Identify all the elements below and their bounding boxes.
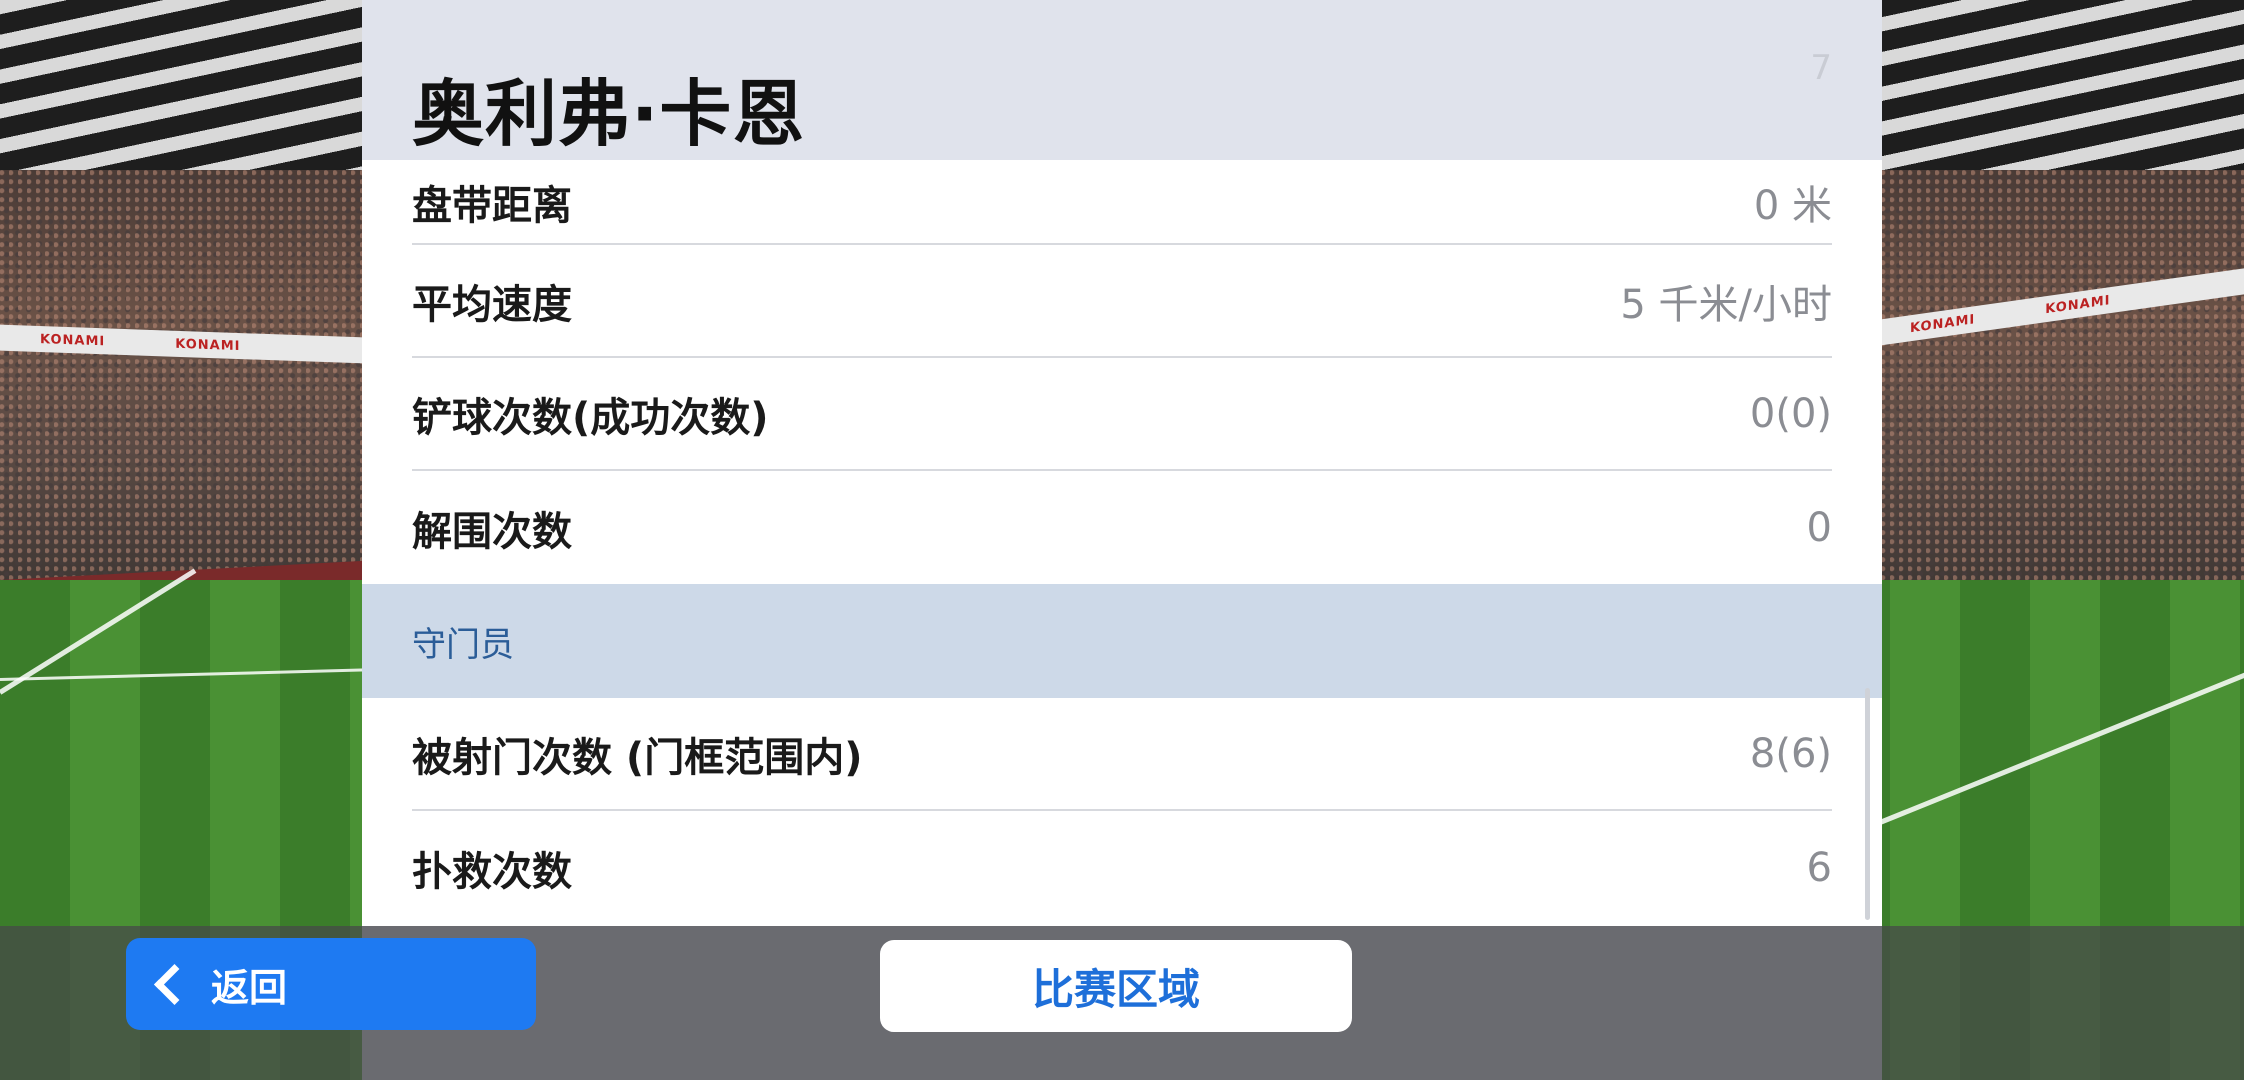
player-stats-panel: 7 奥利弗·卡恩 盘带距离 0 米 平均速度 5 千米/小时 铲球次数(成功次数… <box>362 0 1882 1080</box>
stat-label: 扑救次数 <box>412 848 572 895</box>
section-header-goalkeeper: 守门员 <box>362 584 1882 698</box>
stat-value: 0 <box>1806 504 1832 551</box>
stat-label: 盘带距离 <box>412 182 572 229</box>
scrolled-row-value: 7 <box>1810 48 1832 88</box>
ad-text: KONAMI <box>2045 292 2111 317</box>
stat-row-average-speed: 平均速度 5 千米/小时 <box>412 245 1832 358</box>
section-title: 守门员 <box>412 624 514 665</box>
back-button[interactable]: 返回 <box>126 938 536 1030</box>
stat-row-saves: 扑救次数 6 <box>412 811 1832 924</box>
ad-text: KONAMI <box>175 336 241 354</box>
stat-label: 解围次数 <box>412 508 572 555</box>
back-button-label: 返回 <box>211 965 288 1010</box>
stat-row-dribble-distance: 盘带距离 0 米 <box>412 160 1832 245</box>
stat-label: 铲球次数(成功次数) <box>412 394 769 441</box>
player-name: 奥利弗·卡恩 <box>412 72 806 156</box>
chevron-left-icon <box>153 963 196 1005</box>
stat-label: 平均速度 <box>412 281 572 328</box>
stat-row-shots-faced: 被射门次数 (门框范围内) 8(6) <box>412 698 1832 811</box>
stat-value: 5 千米/小时 <box>1620 281 1832 328</box>
scrollbar[interactable] <box>1865 688 1870 920</box>
stat-value: 0(0) <box>1749 390 1832 437</box>
stat-value: 6 <box>1806 844 1832 891</box>
stat-value: 8(6) <box>1749 730 1832 777</box>
ad-text: KONAMI <box>1910 311 1976 336</box>
stat-label: 被射门次数 (门框范围内) <box>412 734 863 781</box>
panel-header: 7 奥利弗·卡恩 <box>362 0 1882 160</box>
stat-value: 0 米 <box>1753 182 1832 229</box>
ad-text: KONAMI <box>40 331 106 349</box>
stat-row-tackles: 铲球次数(成功次数) 0(0) <box>412 358 1832 471</box>
stats-list[interactable]: 盘带距离 0 米 平均速度 5 千米/小时 铲球次数(成功次数) 0(0) 解围… <box>362 160 1882 924</box>
stat-row-clearances: 解围次数 0 <box>412 471 1832 584</box>
match-zone-button[interactable]: 比赛区域 <box>880 940 1352 1032</box>
